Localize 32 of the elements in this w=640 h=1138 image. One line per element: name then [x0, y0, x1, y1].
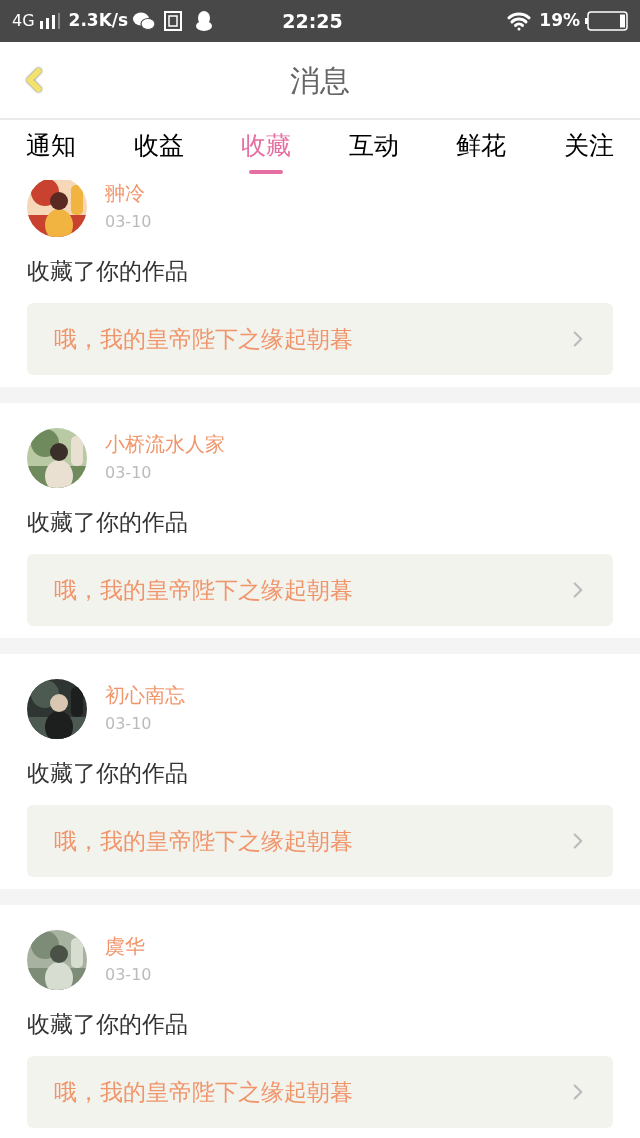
- user-name[interactable]: 小桥流水人家: [105, 428, 225, 460]
- network-label: 4G: [12, 10, 35, 32]
- user-name[interactable]: 虞华: [105, 930, 152, 962]
- message-text: 收藏了你的作品: [27, 508, 189, 537]
- work-link[interactable]: 哦，我的皇帝陛下之缘起朝暮: [27, 303, 613, 375]
- battery-icon: [584, 11, 628, 31]
- battery-label: 19%: [539, 9, 580, 33]
- clock-time: 22:25: [282, 8, 343, 34]
- tab[interactable]: 收益: [133, 130, 184, 162]
- tab[interactable]: 鲜花: [456, 130, 507, 162]
- work-link[interactable]: 哦，我的皇帝陛下之缘起朝暮: [27, 805, 613, 877]
- user-name[interactable]: 初心南忘: [105, 679, 185, 711]
- page-title: 消息: [290, 61, 350, 100]
- signal-icon: [38, 13, 61, 29]
- tab[interactable]: 通知: [26, 130, 76, 162]
- message-text: 收藏了你的作品: [27, 1010, 189, 1039]
- tab[interactable]: 关注: [563, 130, 614, 162]
- chat-bubbles-icon: [132, 11, 157, 31]
- message-date: 03-10: [105, 713, 153, 735]
- speed-label: 2.3K/s: [68, 9, 129, 33]
- message-date: 03-10: [105, 964, 152, 986]
- message-text: 收藏了你的作品: [27, 257, 189, 286]
- work-link[interactable]: 哦，我的皇帝陛下之缘起朝暮: [27, 554, 613, 626]
- message-date: 03-10: [105, 211, 152, 233]
- user-name[interactable]: 翀冷: [105, 180, 152, 209]
- sim-card-icon: [164, 11, 183, 31]
- tab[interactable]: 互动: [348, 130, 399, 162]
- work-link[interactable]: 哦，我的皇帝陛下之缘起朝暮: [27, 1056, 613, 1128]
- message-date: 03-10: [105, 462, 153, 484]
- tab-indicator: [249, 170, 284, 174]
- tab[interactable]: 收藏: [241, 130, 292, 174]
- message-text: 收藏了你的作品: [27, 759, 189, 788]
